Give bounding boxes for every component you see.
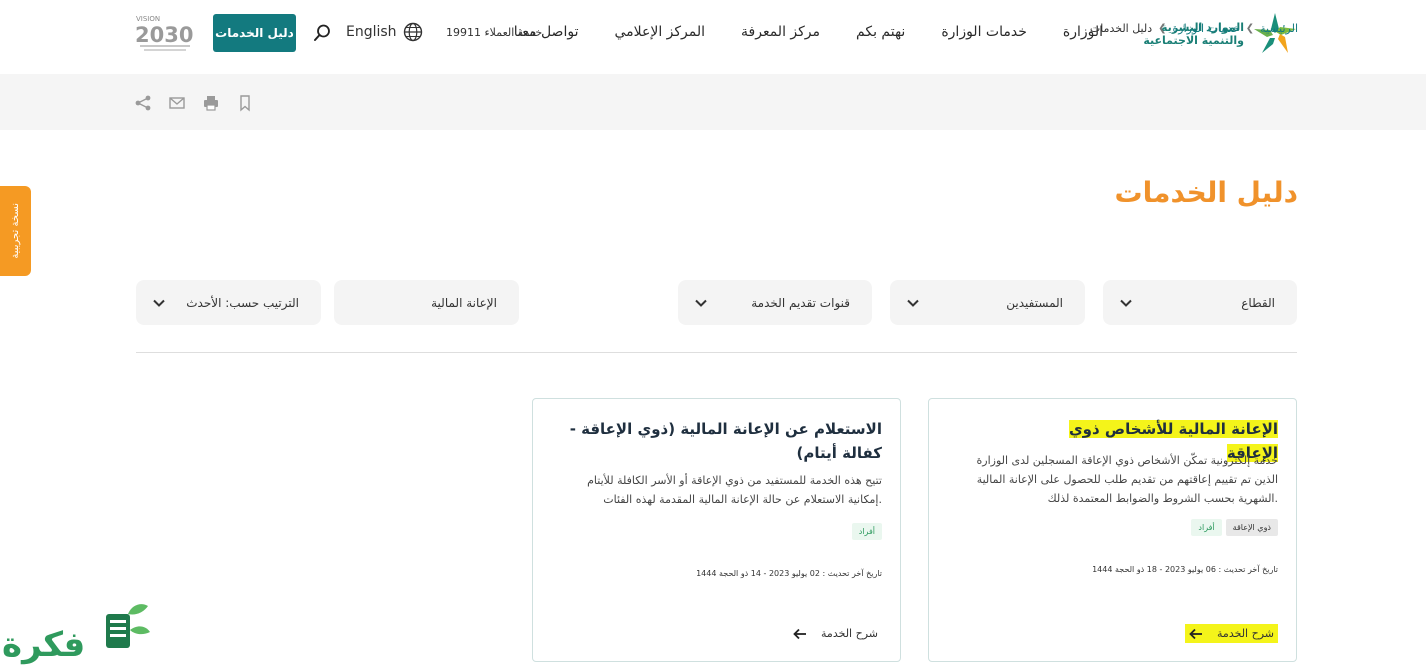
customer-service-hotline[interactable]: خدمة العملاء 19911 bbox=[446, 26, 542, 39]
nav-we-care[interactable]: نهتم بكم bbox=[838, 24, 923, 40]
sort-label: الترتيب حسب: الأحدث bbox=[186, 295, 299, 310]
search-icon[interactable] bbox=[312, 23, 332, 43]
chevron-down-icon bbox=[1120, 299, 1132, 307]
globe-icon bbox=[403, 22, 422, 42]
keyword-search-value: الإعانة المالية bbox=[431, 295, 497, 310]
service-card-updated-date: تاريخ آخر تحديث : 06 يوليو 2023 - 18 ذو … bbox=[1092, 565, 1278, 574]
page-title: دليل الخدمات bbox=[1114, 176, 1298, 209]
main-nav: الوزارة خدمات الوزارة نهتم بكم مركز المع… bbox=[496, 24, 1121, 40]
service-explanation-link[interactable]: شرح الخدمة bbox=[1185, 624, 1278, 643]
channels-filter-dropdown[interactable]: قنوات تقديم الخدمة bbox=[678, 280, 872, 325]
site-header: الموارد البشرية والتنمية الاجتماعية الوز… bbox=[0, 0, 1426, 74]
arrow-left-icon bbox=[793, 628, 807, 639]
mail-icon[interactable] bbox=[168, 94, 186, 112]
tag-disabled-persons: ذوي الإعاقة bbox=[1225, 519, 1278, 536]
beta-version-label: نسخة تجريبية bbox=[10, 203, 21, 259]
bookmark-icon[interactable] bbox=[236, 94, 254, 112]
logo-line-2: والتنمية الاجتماعية bbox=[1143, 34, 1244, 47]
keyword-search-input[interactable]: الإعانة المالية bbox=[334, 280, 519, 325]
service-card-description: خدمة إلكترونية تمكّن الأشخاص ذوي الإعاقة… bbox=[976, 454, 1278, 505]
service-card[interactable]: الاستعلام عن الإعانة المالية (ذوي الإعاق… bbox=[532, 398, 901, 662]
nav-knowledge-center[interactable]: مركز المعرفة bbox=[723, 24, 838, 40]
services-guide-button[interactable]: دليل الخدمات bbox=[213, 14, 296, 52]
breadcrumb-services[interactable]: خدمات الوزارة bbox=[1173, 22, 1240, 35]
beneficiaries-filter-dropdown[interactable]: المستفيدين bbox=[890, 280, 1085, 325]
language-switch[interactable]: English bbox=[346, 22, 423, 42]
tag-individuals: أفراد bbox=[1191, 519, 1222, 536]
sort-dropdown[interactable]: الترتيب حسب: الأحدث bbox=[136, 280, 321, 325]
tag-individuals: أفراد bbox=[851, 523, 882, 540]
sector-filter-label: القطاع bbox=[1241, 295, 1275, 310]
chevron-left-icon: ❮ bbox=[1158, 23, 1167, 34]
service-card-tags: أفراد bbox=[851, 523, 882, 540]
chevron-down-icon bbox=[153, 299, 165, 307]
sector-filter-dropdown[interactable]: القطاع bbox=[1103, 280, 1297, 325]
service-explanation-link[interactable]: شرح الخدمة bbox=[789, 624, 882, 643]
nav-services[interactable]: خدمات الوزارة bbox=[923, 24, 1045, 40]
svg-text:2030: 2030 bbox=[135, 23, 193, 47]
svg-text:VISION: VISION bbox=[136, 15, 160, 23]
page-tools bbox=[134, 94, 254, 112]
service-card-description: تتيح هذه الخدمة للمستفيد من ذوي الإعاقة … bbox=[587, 474, 882, 506]
filters-divider bbox=[136, 352, 1297, 353]
service-explanation-label: شرح الخدمة bbox=[821, 627, 878, 640]
breadcrumb-home[interactable]: الرئيسية bbox=[1260, 22, 1298, 35]
service-card-title[interactable]: الاستعلام عن الإعانة المالية (ذوي الإعاق… bbox=[542, 417, 882, 465]
beneficiaries-filter-label: المستفيدين bbox=[1006, 295, 1063, 310]
chevron-left-icon: ❮ bbox=[1245, 23, 1255, 34]
arrow-left-icon bbox=[1189, 628, 1203, 639]
breadcrumb-current: دليل الخدمات bbox=[1089, 22, 1153, 35]
service-explanation-label: شرح الخدمة bbox=[1217, 627, 1274, 640]
beta-version-tab[interactable]: نسخة تجريبية bbox=[0, 186, 31, 276]
service-card-tags: ذوي الإعاقة أفراد bbox=[1191, 519, 1278, 536]
breadcrumb: الرئيسية ❮ خدمات الوزارة ❮ دليل الخدمات bbox=[1090, 22, 1298, 35]
chevron-down-icon bbox=[907, 299, 919, 307]
fikra-watermark-logo: فكرة bbox=[2, 604, 150, 665]
language-label: English bbox=[346, 24, 397, 40]
service-card-updated-date: تاريخ آخر تحديث : 02 يوليو 2023 - 14 ذو … bbox=[696, 569, 882, 578]
channels-filter-label: قنوات تقديم الخدمة bbox=[751, 295, 850, 310]
svg-text:فكرة: فكرة bbox=[2, 625, 85, 665]
share-icon[interactable] bbox=[134, 94, 152, 112]
vision-2030-logo: VISION 2030 bbox=[135, 15, 193, 51]
print-icon[interactable] bbox=[202, 94, 220, 112]
service-card[interactable]: الإعانة المالية للأشخاص ذوي الإعاقة خدمة… bbox=[928, 398, 1297, 662]
nav-media-center[interactable]: المركز الإعلامي bbox=[596, 24, 723, 40]
chevron-down-icon bbox=[695, 299, 707, 307]
